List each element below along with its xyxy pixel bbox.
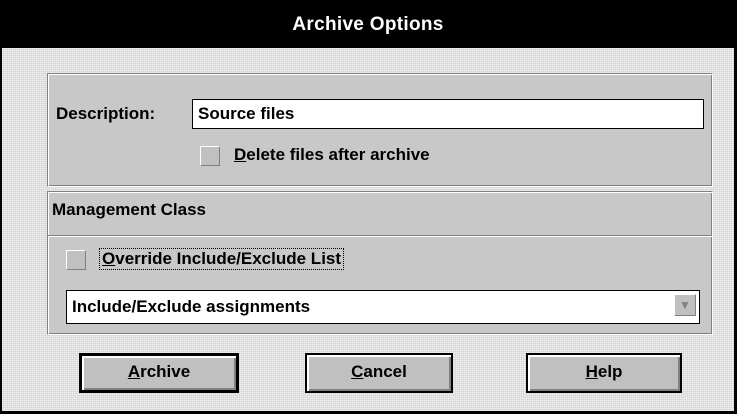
archive-button[interactable]: Archive <box>79 353 239 393</box>
description-group: Description: Source files Delete files a… <box>47 73 713 187</box>
help-button-label: elp <box>597 362 623 381</box>
description-value: Source files <box>198 104 295 123</box>
delete-files-checkbox[interactable] <box>200 146 220 166</box>
override-text: verride Include/Exclude List <box>115 249 342 268</box>
management-class-title: Management Class <box>52 200 206 219</box>
description-label: Description: <box>56 104 156 123</box>
archive-options-dialog: Archive Options Description: Source file… <box>0 0 737 414</box>
override-list-label[interactable]: Override Include/Exclude List <box>98 248 345 270</box>
help-mnemonic: H <box>585 362 598 381</box>
dialog-title-bar[interactable]: Archive Options <box>2 2 734 48</box>
management-class-divider <box>48 235 712 237</box>
dropdown-selected-value: Include/Exclude assignments <box>72 297 311 316</box>
delete-files-text: elete files after archive <box>246 145 430 164</box>
description-input[interactable]: Source files <box>192 99 704 129</box>
archive-button-label: rchive <box>140 362 191 381</box>
delete-files-label[interactable]: Delete files after archive <box>234 145 430 165</box>
cancel-button[interactable]: Cancel <box>305 353 453 393</box>
delete-files-mnemonic: D <box>234 145 247 164</box>
down-arrow-icon[interactable]: ▼ <box>674 294 696 316</box>
cancel-button-label: ancel <box>363 362 407 381</box>
include-exclude-dropdown[interactable]: Include/Exclude assignments ▼ <box>66 290 700 324</box>
dialog-title: Archive Options <box>292 14 444 35</box>
override-list-checkbox[interactable] <box>66 250 86 270</box>
management-class-group: Management Class Override Include/Exclud… <box>47 191 713 335</box>
override-mnemonic: O <box>102 249 116 268</box>
cancel-mnemonic: C <box>351 362 364 381</box>
help-button[interactable]: Help <box>526 353 682 393</box>
archive-mnemonic: A <box>127 362 141 381</box>
